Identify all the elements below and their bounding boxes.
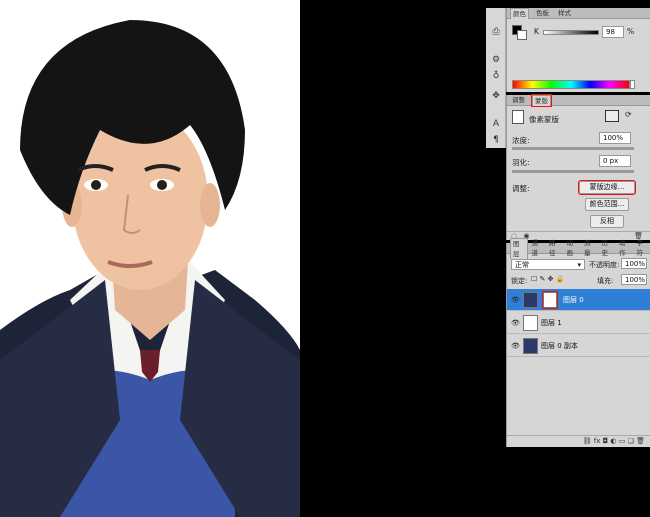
feather-label: 羽化: <box>512 158 530 167</box>
tab-paths[interactable]: 路径 <box>547 238 563 258</box>
tab-swatches[interactable]: 色板 <box>534 8 551 18</box>
mask-icon[interactable]: ◘ <box>603 437 609 445</box>
group-icon[interactable]: ▭ <box>619 437 626 445</box>
lock-icons[interactable]: ☐ ✎ ✥ 🔒 <box>531 275 564 283</box>
tab-adjustments[interactable]: 调整 <box>510 95 527 105</box>
feather-input[interactable]: 0 px <box>599 155 631 167</box>
layer-name: 图层 0 <box>563 296 584 304</box>
eye-icon[interactable]: 👁 <box>511 296 520 304</box>
layer-row-0[interactable]: 👁 图层 0 <box>507 289 650 311</box>
fill-label: 填充: <box>597 277 614 285</box>
tab-color[interactable]: 颜色 <box>510 7 529 19</box>
refine-label: 调整: <box>512 184 530 193</box>
text-icon[interactable]: A <box>489 118 503 130</box>
channel-slider[interactable] <box>543 30 599 35</box>
color-spectrum[interactable] <box>512 80 630 89</box>
tab-channels[interactable]: 通道 <box>530 238 546 258</box>
white-swatch[interactable] <box>630 80 635 89</box>
mask-type-label: 像素蒙版 <box>529 115 559 124</box>
tab-masks[interactable]: 蒙版 <box>531 93 552 107</box>
new-layer-icon[interactable]: ❏ <box>628 437 634 445</box>
history-icon[interactable]: ⎙ <box>489 26 503 38</box>
eye-icon[interactable]: 👁 <box>511 342 520 350</box>
adjustment-icon[interactable]: ◐ <box>610 437 616 445</box>
invert-button[interactable]: 反相 <box>590 215 624 228</box>
layers-panel: 图层 通道 路径 动画 测量 历史 动作 字符 正常 ▾ 不透明度: 100% … <box>506 237 650 447</box>
fx-icon[interactable]: fx <box>594 437 601 445</box>
density-slider[interactable] <box>512 147 634 150</box>
tab-actions[interactable]: 动作 <box>617 238 633 258</box>
layer-name: 图层 0 副本 <box>541 342 578 350</box>
background-swatch[interactable] <box>517 30 527 40</box>
layers-panel-tabs: 图层 通道 路径 动画 测量 历史 动作 字符 <box>507 237 650 259</box>
trash-icon[interactable]: 🗑 <box>636 437 645 445</box>
layer-mask-thumbnail[interactable] <box>542 291 558 309</box>
density-input[interactable]: 100% <box>599 132 631 144</box>
blend-mode-select[interactable]: 正常 ▾ <box>511 259 585 270</box>
layers-footer: ⛓ fx ◘ ◐ ▭ ❏ 🗑 <box>507 435 650 447</box>
color-range-button[interactable]: 颜色范围... <box>585 198 629 211</box>
tab-measure[interactable]: 测量 <box>582 238 598 258</box>
panel-icon-strip: ⎙ ⚙ ♁ ✥ A ¶ <box>486 8 506 148</box>
eye-icon[interactable]: 👁 <box>511 319 520 327</box>
channel-value-input[interactable]: 98 <box>602 26 624 38</box>
channel-label: K <box>534 27 539 36</box>
chevron-down-icon: ▾ <box>577 261 581 269</box>
masks-panel-tabs: 调整 蒙版 <box>507 93 650 107</box>
workspace-background <box>300 0 486 517</box>
layer-row-1[interactable]: 👁 图层 1 <box>507 312 650 334</box>
portrait-photo <box>0 0 300 517</box>
paragraph-icon[interactable]: ¶ <box>489 134 503 146</box>
vector-mask-icon[interactable]: ⟳ <box>625 110 632 119</box>
tab-history[interactable]: 历史 <box>600 238 616 258</box>
pixel-mask-icon[interactable] <box>605 110 619 122</box>
puppet-icon[interactable]: ✥ <box>489 90 503 102</box>
opacity-input[interactable]: 100% <box>621 258 647 269</box>
masks-panel: 调整 蒙版 像素蒙版 ⟳ 浓度: 100% 羽化: 0 px 调整: 蒙版边缘.… <box>506 93 650 240</box>
mask-edge-button[interactable]: 蒙版边缘... <box>578 180 636 195</box>
layer-thumbnail <box>523 315 538 331</box>
layer-thumbnail <box>523 292 538 308</box>
tab-animation[interactable]: 动画 <box>565 238 581 258</box>
color-panel: 颜色 色板 样式 K 98 % <box>506 7 650 92</box>
channel-unit: % <box>627 27 635 36</box>
fill-input[interactable]: 100% <box>621 274 647 285</box>
layer-name: 图层 1 <box>541 319 562 327</box>
tab-character[interactable]: 字符 <box>635 238 650 258</box>
blend-mode-value: 正常 <box>515 261 529 269</box>
lock-label: 锁定: <box>511 277 528 285</box>
color-panel-tabs: 颜色 色板 样式 <box>507 7 650 19</box>
tab-styles[interactable]: 样式 <box>556 8 573 18</box>
document-canvas[interactable] <box>0 0 300 517</box>
layer-thumbnail <box>523 338 538 354</box>
mask-thumbnail-icon <box>512 110 524 124</box>
opacity-label: 不透明度: <box>589 261 620 269</box>
settings-icon[interactable]: ⚙ <box>489 54 503 66</box>
feather-slider[interactable] <box>512 170 634 173</box>
clone-source-icon[interactable]: ♁ <box>489 70 503 82</box>
density-label: 浓度: <box>512 136 530 145</box>
tab-layers[interactable]: 图层 <box>510 237 528 259</box>
link-icon[interactable]: ⛓ <box>583 437 592 445</box>
layer-row-2[interactable]: 👁 图层 0 副本 <box>507 335 650 357</box>
